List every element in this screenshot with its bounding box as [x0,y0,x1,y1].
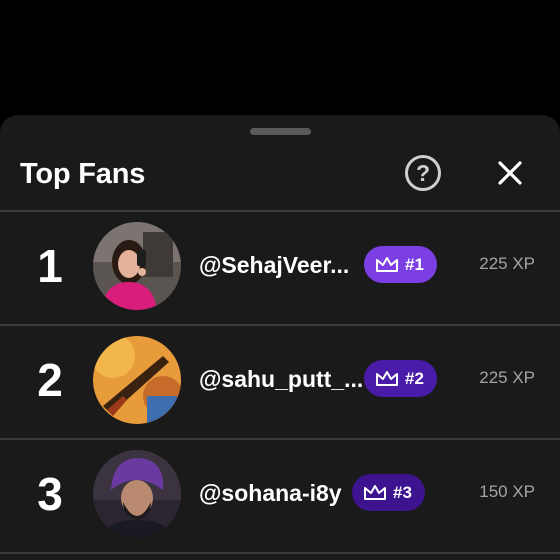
fan-username[interactable]: @SehajVeer... [199,250,349,280]
rank-number: 3 [37,468,63,520]
xp-value: 225 XP [479,368,535,387]
badge-label: #1 [405,254,424,274]
crown-icon [364,484,386,500]
drag-handle[interactable] [250,128,311,135]
question-circle-icon: ? [415,159,431,186]
sheet-title: Top Fans [20,158,146,190]
close-button[interactable] [494,157,526,189]
crown-icon [376,370,398,386]
fan-row-3[interactable]: 3 @sohana-i8y #3 150 XP [0,440,560,552]
top-fans-sheet: Top Fans ? 1 @SehajVeer... #1 225 XP 2 @… [0,115,560,560]
badge-label: #3 [393,482,412,502]
rank-badge: #2 [364,360,437,397]
badge-label: #2 [405,368,424,388]
rank-number: 2 [37,354,63,406]
avatar[interactable] [93,450,181,538]
rank-number: 1 [37,240,63,292]
avatar[interactable] [93,222,181,310]
crown-icon [376,256,398,272]
row-divider [0,552,560,554]
fan-row-2[interactable]: 2 @sahu_putt_... #2 225 XP [0,326,560,438]
close-x-icon [498,161,522,185]
avatar[interactable] [93,336,181,424]
fan-username[interactable]: @sahu_putt_... [199,364,363,394]
rank-badge: #3 [352,474,425,511]
fan-row-1[interactable]: 1 @SehajVeer... #1 225 XP [0,212,560,324]
help-button[interactable]: ? [405,155,441,191]
rank-badge: #1 [364,246,437,283]
xp-value: 150 XP [479,482,535,501]
xp-value: 225 XP [479,254,535,273]
fan-username[interactable]: @sohana-i8y [199,478,342,508]
